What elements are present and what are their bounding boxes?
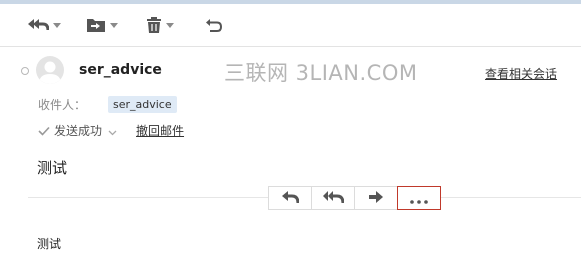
checkmark-icon bbox=[38, 121, 50, 140]
send-status-row: 发送成功 撤回邮件 bbox=[38, 121, 184, 139]
select-radio[interactable] bbox=[21, 67, 29, 75]
message-header: ser_advice 三联网 3LIAN.COM 查看相关会话 bbox=[0, 54, 581, 88]
trash-icon bbox=[146, 16, 162, 34]
mail-toolbar bbox=[0, 4, 581, 47]
watermark-text: 三联网 3LIAN.COM bbox=[224, 61, 418, 85]
message-body: 测试 bbox=[37, 237, 62, 251]
sender-name[interactable]: ser_advice bbox=[79, 62, 162, 78]
more-dots-icon bbox=[410, 189, 428, 208]
view-related-conversation-link[interactable]: 查看相关会话 bbox=[485, 65, 557, 82]
message-action-bar bbox=[268, 186, 441, 210]
move-to-folder-icon bbox=[86, 17, 106, 33]
chevron-down-icon bbox=[166, 22, 174, 28]
chevron-down-icon bbox=[110, 22, 118, 28]
forward-arrow-icon bbox=[368, 189, 384, 208]
reply-button[interactable] bbox=[268, 186, 312, 210]
toolbar-move-button[interactable] bbox=[86, 12, 118, 38]
toolbar-reply-all-button[interactable] bbox=[27, 12, 61, 38]
user-avatar-icon bbox=[39, 61, 61, 84]
reply-all-button[interactable] bbox=[311, 186, 355, 210]
reply-all-icon bbox=[27, 17, 49, 33]
recall-mail-link[interactable]: 撤回邮件 bbox=[136, 122, 184, 139]
recipient-row: 收件人： ser_advice bbox=[38, 94, 177, 114]
reply-icon bbox=[281, 189, 300, 208]
forward-button[interactable] bbox=[354, 186, 398, 210]
avatar bbox=[36, 56, 64, 84]
more-actions-button[interactable] bbox=[397, 186, 441, 210]
return-icon bbox=[205, 17, 223, 33]
toolbar-delete-button[interactable] bbox=[146, 12, 174, 38]
message-subject: 测试 bbox=[37, 159, 68, 177]
toolbar-back-button[interactable] bbox=[205, 12, 223, 38]
send-status-text: 发送成功 bbox=[54, 123, 103, 138]
recipient-chip[interactable]: ser_advice bbox=[108, 95, 177, 113]
chevron-down-icon bbox=[53, 22, 61, 28]
reply-all-icon bbox=[322, 189, 345, 208]
chevron-down-icon[interactable] bbox=[108, 121, 117, 140]
recipient-label: 收件人： bbox=[38, 97, 87, 112]
